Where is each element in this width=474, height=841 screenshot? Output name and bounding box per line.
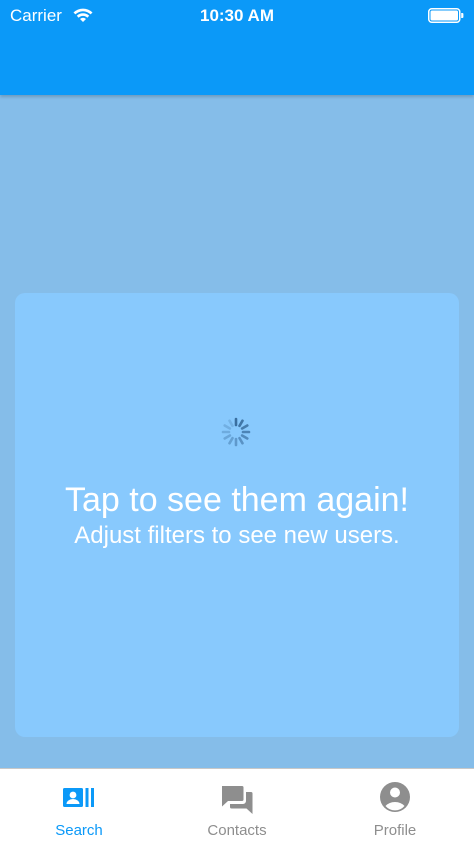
status-bar: Carrier 10:30 AM	[0, 0, 474, 32]
tab-bar: Search Contacts Profile	[0, 768, 474, 841]
tab-search-label: Search	[55, 822, 103, 839]
tab-contacts[interactable]: Contacts	[158, 769, 316, 841]
app-screen: Carrier 10:30 AM Tap to see them again! …	[0, 0, 474, 841]
account-circle-icon	[377, 781, 413, 817]
tab-contacts-label: Contacts	[207, 822, 267, 839]
status-time: 10:30 AM	[199, 6, 274, 25]
loading-spinner-icon	[220, 416, 252, 448]
battery-icon	[428, 8, 464, 23]
empty-state-subtitle: Adjust filters to see new users.	[74, 522, 400, 549]
tab-profile[interactable]: Profile	[316, 769, 474, 841]
tab-search[interactable]: Search	[0, 769, 158, 841]
contact-card-icon	[61, 781, 97, 817]
chat-bubbles-icon	[219, 781, 255, 817]
navigation-header: Carrier 10:30 AM	[0, 0, 474, 95]
tab-profile-label: Profile	[373, 822, 417, 839]
empty-state-title: Tap to see them again!	[64, 481, 409, 519]
